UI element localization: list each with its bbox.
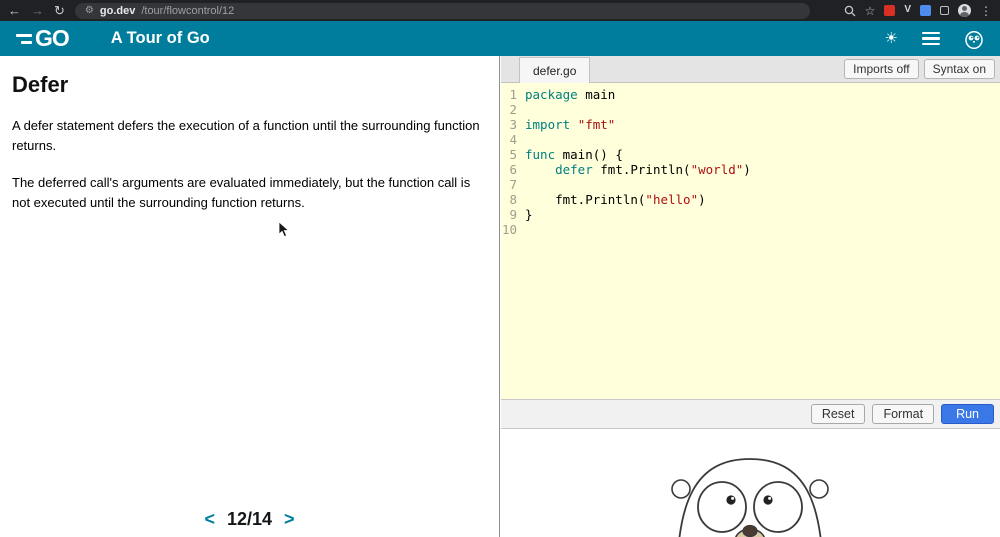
- gopher-menu-icon[interactable]: [964, 29, 984, 49]
- browser-menu-icon[interactable]: ⋮: [980, 5, 992, 17]
- line-number: 4: [509, 132, 517, 147]
- line-number: 1: [509, 87, 517, 102]
- code-line: 4: [501, 132, 1000, 147]
- code-line-text: defer fmt.Println("world"): [555, 162, 751, 177]
- lesson-paragraph: The deferred call's arguments are evalua…: [12, 175, 471, 211]
- code-editor-lines: 1 package main 2 3 import "fmt" 4 5 func main()…: [501, 87, 1000, 237]
- line-number: 10: [501, 222, 517, 237]
- syntax-toggle-button[interactable]: Syntax on: [923, 59, 995, 79]
- output-area: [501, 429, 1000, 537]
- code-line: 7: [501, 177, 1000, 192]
- page-title: A Tour of Go: [110, 29, 210, 47]
- run-button[interactable]: Run: [941, 404, 994, 424]
- imports-toggle-button[interactable]: Imports off: [844, 59, 919, 79]
- editor-control-bar: Reset Format Run: [501, 399, 1000, 429]
- editor-topbar: defer.go Imports off Syntax on: [501, 56, 1000, 83]
- line-number: 9: [509, 207, 517, 222]
- zoom-icon[interactable]: [844, 5, 856, 17]
- extension-v-icon[interactable]: V: [904, 5, 911, 16]
- line-number: 5: [509, 147, 517, 162]
- go-logo-lines-icon: [16, 33, 32, 44]
- lesson-panel: Defer A defer statement defers the execu…: [0, 56, 500, 537]
- code-line-text: func main() {: [525, 147, 623, 162]
- lesson-paragraph: A defer statement defers the execution o…: [12, 118, 480, 154]
- line-number: 8: [509, 192, 517, 207]
- back-icon[interactable]: ←: [8, 4, 21, 17]
- code-line-text: fmt.Println("hello"): [525, 192, 706, 207]
- line-number: 7: [509, 177, 517, 192]
- go-logo-text: GO: [35, 25, 70, 51]
- gopher-image: [671, 458, 829, 537]
- format-button[interactable]: Format: [872, 404, 935, 424]
- code-line: 8 fmt.Println("hello"): [501, 192, 1000, 207]
- profile-avatar[interactable]: [958, 4, 971, 17]
- code-line-text: package main: [525, 87, 616, 102]
- code-line: 6 defer fmt.Println("world"): [501, 162, 1000, 177]
- forward-icon[interactable]: →: [31, 4, 44, 17]
- code-line: 1 package main: [501, 87, 1000, 102]
- reload-icon[interactable]: ↻: [54, 4, 65, 17]
- browser-toolbar: ← → ↻ ⚙ go.dev/tour/flowcontrol/12 ☆ V ⋮: [0, 0, 1000, 21]
- prev-page-button[interactable]: <: [204, 509, 215, 530]
- page-indicator: 12/14: [226, 509, 273, 529]
- next-page-button[interactable]: >: [284, 509, 295, 530]
- url-path: /tour/flowcontrol/12: [141, 4, 235, 17]
- mouse-cursor: [278, 222, 290, 238]
- site-header: GO A Tour of Go ☀: [0, 21, 1000, 56]
- editor-toggles: Imports off Syntax on: [844, 59, 1000, 79]
- extension-blue-icon[interactable]: [920, 5, 931, 16]
- theme-toggle-icon[interactable]: ☀: [885, 31, 898, 46]
- browser-actions: ☆ V ⋮: [844, 4, 992, 17]
- code-line: 9}: [501, 207, 1000, 222]
- go-logo[interactable]: GO: [16, 25, 70, 52]
- line-number: 2: [509, 102, 517, 117]
- lesson-title: Defer: [12, 72, 69, 97]
- header-actions: ☀: [885, 29, 984, 49]
- bookmark-star-icon[interactable]: ☆: [865, 5, 876, 17]
- line-number: 3: [509, 117, 517, 132]
- code-editor[interactable]: 1 package main 2 3 import "fmt" 4 5 func main()…: [501, 83, 1000, 399]
- address-bar[interactable]: ⚙ go.dev/tour/flowcontrol/12: [74, 2, 810, 19]
- code-line: 10: [501, 222, 1000, 237]
- extensions-puzzle-icon[interactable]: [940, 6, 949, 15]
- site-settings-icon[interactable]: ⚙: [85, 5, 94, 16]
- pagination: <12/14 >: [0, 509, 499, 530]
- code-line: 5 func main() {: [501, 147, 1000, 162]
- code-line: 3 import "fmt": [501, 117, 1000, 132]
- url-host: go.dev: [99, 4, 136, 17]
- code-line: 2: [501, 102, 1000, 117]
- file-tab[interactable]: defer.go: [519, 57, 591, 83]
- reset-button[interactable]: Reset: [810, 404, 866, 424]
- extension-red-icon[interactable]: [884, 5, 896, 16]
- menu-icon[interactable]: [922, 31, 940, 46]
- code-line-text: }: [525, 207, 533, 222]
- code-line-text: import "fmt": [525, 117, 616, 132]
- line-number: 6: [509, 162, 517, 177]
- editor-panel: defer.go Imports off Syntax on 1 package …: [501, 56, 1000, 537]
